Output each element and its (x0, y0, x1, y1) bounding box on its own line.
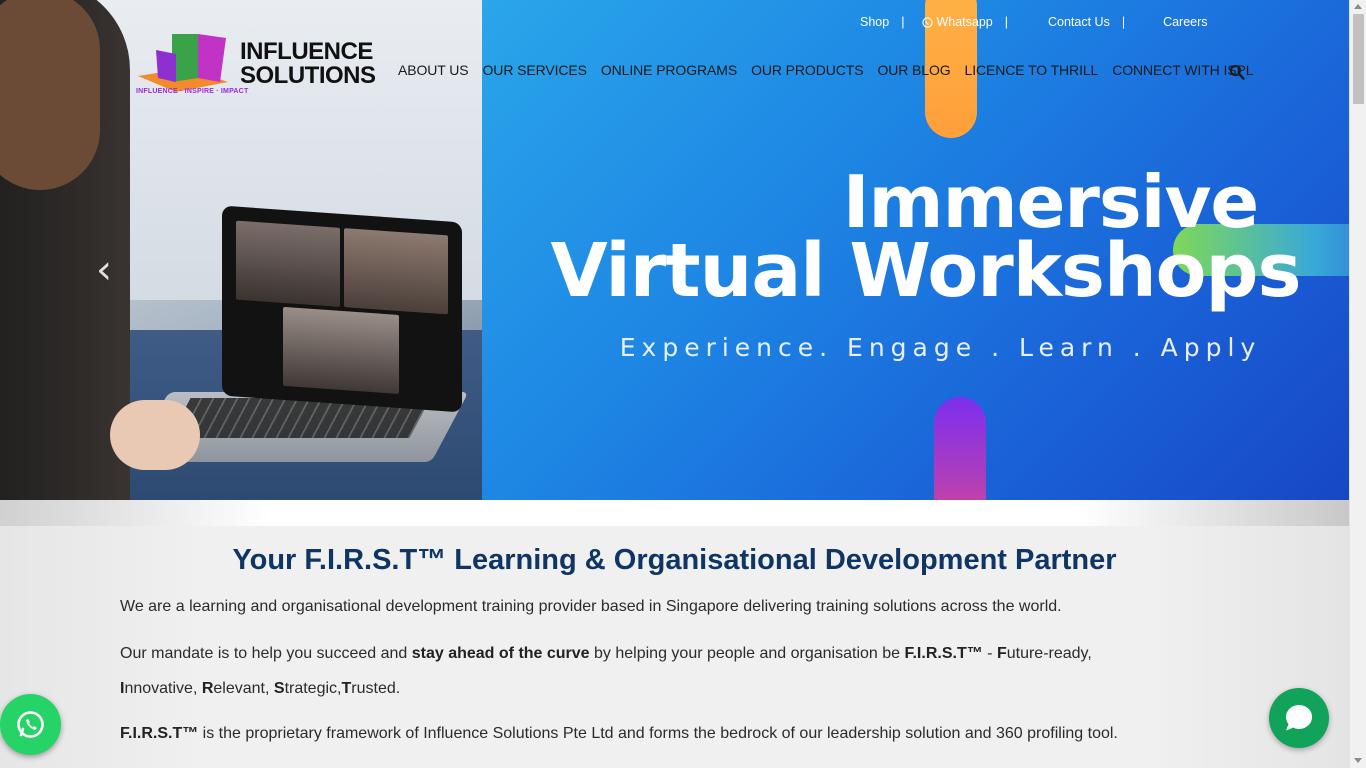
hero-subtitle: Experience. Engage . Learn . Apply (619, 333, 1262, 362)
chat-bubble-icon (1285, 704, 1313, 731)
site-logo[interactable]: INFLUENCE SOLUTIONS INFLUENCE · INSPIRE … (136, 32, 376, 100)
intro-paragraph-3: F.I.R.S.T™ is the proprietary framework … (120, 725, 1118, 742)
live-chat-button[interactable] (1269, 688, 1329, 748)
section-divider (0, 500, 1349, 526)
page-scrollbar[interactable] (1349, 0, 1366, 768)
whatsapp-link[interactable]: Whatsapp (936, 15, 992, 29)
nav-our-blog[interactable]: OUR BLOG (877, 62, 950, 78)
scroll-up-arrow-icon[interactable] (1354, 4, 1362, 9)
careers-link[interactable]: Careers (1163, 15, 1207, 29)
intro-headline: Your F.I.R.S.T™ Learning & Organisationa… (232, 544, 1117, 576)
nav-our-services[interactable]: OUR SERVICES (483, 62, 587, 78)
logo-name-line1: INFLUENCE (240, 38, 373, 65)
whatsapp-icon (17, 711, 44, 738)
nav-licence-to-thrill[interactable]: LICENCE TO THRILL (965, 62, 1099, 78)
logo-name-line2: SOLUTIONS (240, 62, 376, 89)
search-icon[interactable] (1229, 64, 1245, 80)
contact-us-link[interactable]: Contact Us (1048, 15, 1110, 29)
decor-purple-pill (934, 397, 986, 500)
intro-paragraph-2: Our mandate is to help you succeed and s… (120, 645, 1092, 697)
carousel-prev-button[interactable]: ‹ (84, 250, 124, 290)
whatsapp-chat-button[interactable] (0, 694, 61, 755)
main-navigation: ABOUT US OUR SERVICES ONLINE PROGRAMS OU… (398, 62, 1254, 78)
logo-tagline: INFLUENCE · INSPIRE · IMPACT (136, 88, 249, 95)
hero-title-line2: Virtual Workshops (550, 228, 1301, 314)
scroll-down-arrow-icon[interactable] (1354, 758, 1362, 763)
top-utility-links: Shop | Whatsapp | Contact Us | Careers (860, 15, 1208, 29)
carousel-next-button[interactable]: › (1225, 250, 1265, 290)
shop-link[interactable]: Shop (860, 15, 889, 29)
laptop-video-call-image (222, 205, 462, 413)
nav-our-products[interactable]: OUR PRODUCTS (751, 62, 863, 78)
whatsapp-icon (922, 16, 934, 28)
nav-about-us[interactable]: ABOUT US (398, 62, 469, 78)
intro-paragraph-1: We are a learning and organisational dev… (120, 598, 1062, 615)
scrollbar-thumb[interactable] (1353, 14, 1364, 104)
nav-online-programs[interactable]: ONLINE PROGRAMS (601, 62, 737, 78)
